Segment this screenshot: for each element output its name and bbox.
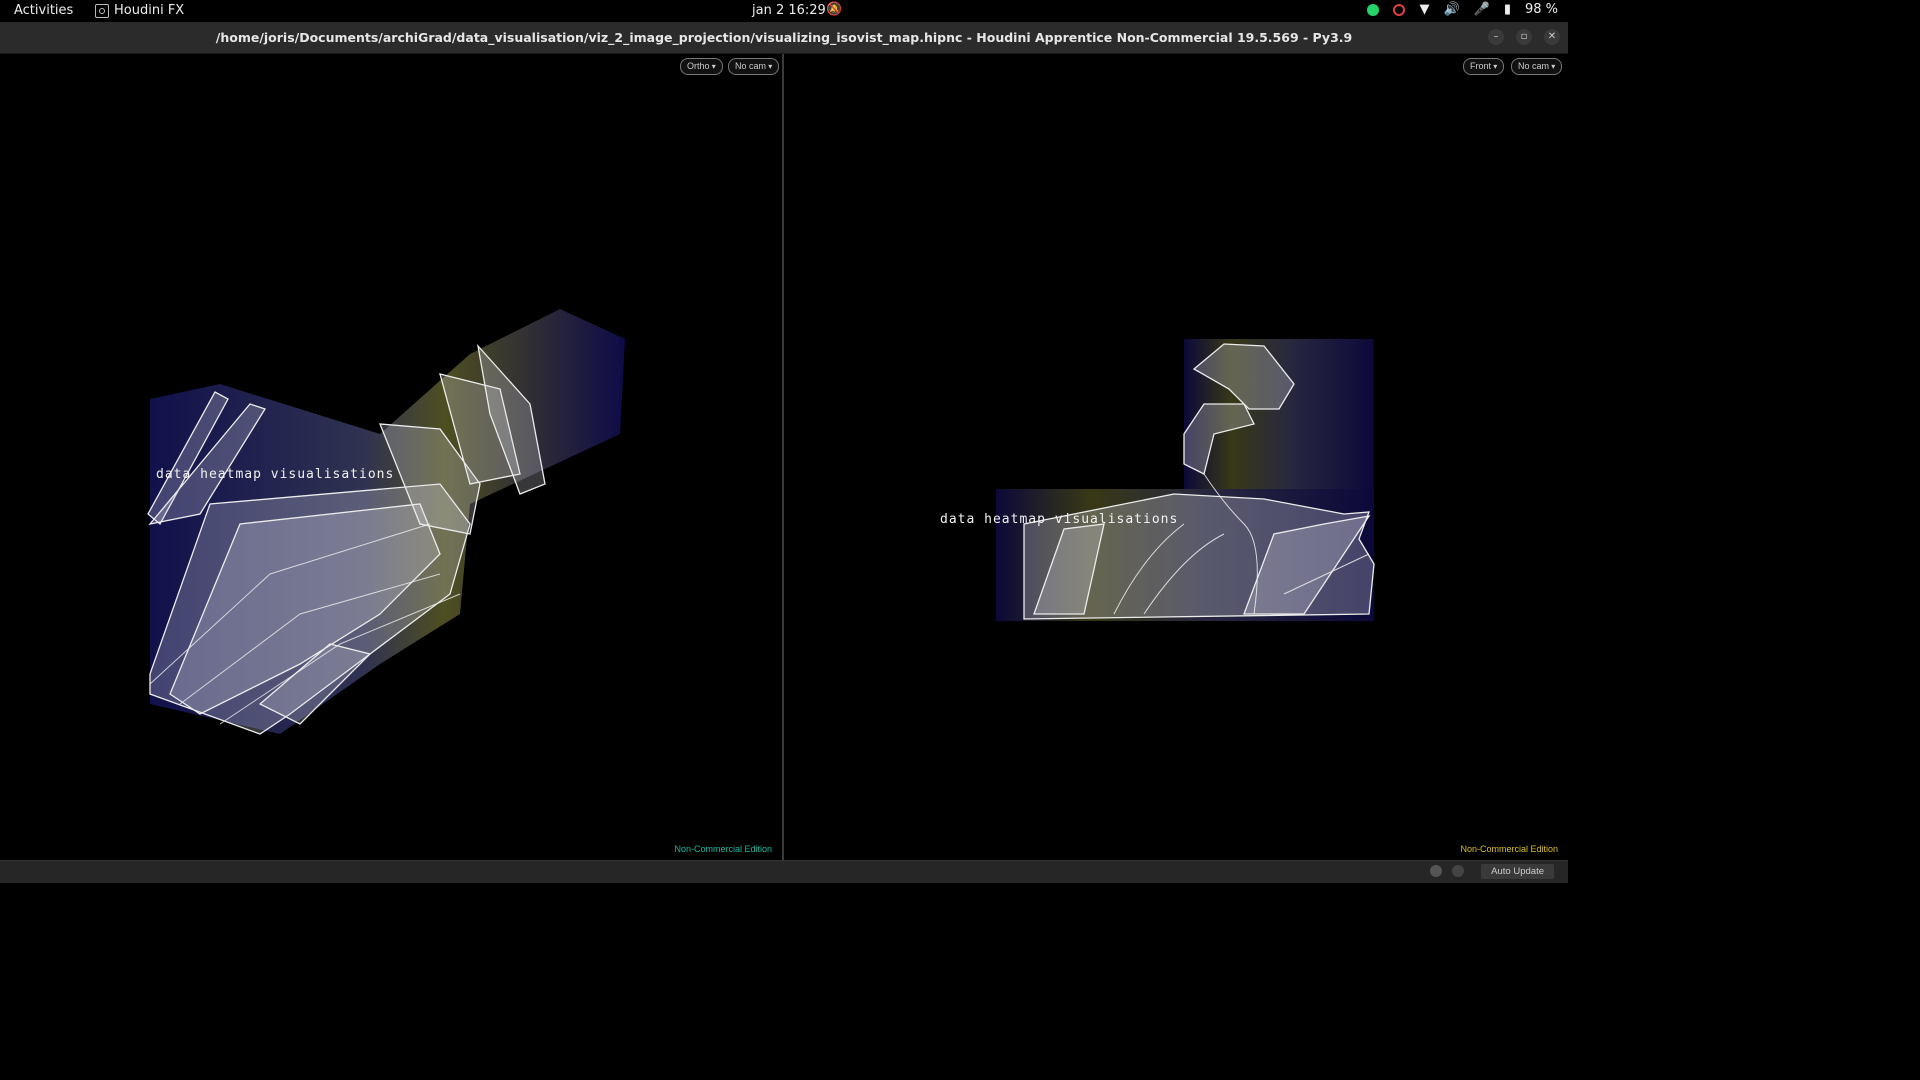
- refresh-icon[interactable]: [1452, 865, 1464, 877]
- wifi-icon[interactable]: ▼: [1419, 2, 1429, 17]
- right-scene-render[interactable]: [784, 54, 1568, 860]
- system-top-bar: Activities Houdini FX jan 2 16:29 🔕 ▼ 🔊 …: [0, 0, 1568, 22]
- whatsapp-icon[interactable]: [1367, 3, 1380, 16]
- camera-dropdown[interactable]: No cam: [728, 58, 780, 75]
- auto-update-button[interactable]: Auto Update: [1481, 864, 1554, 879]
- system-tray[interactable]: ▼ 🔊 🎤 ▮ 98 %: [1367, 2, 1558, 17]
- right-viewport[interactable]: Front No cam data heatmap visualisations…: [784, 54, 1568, 860]
- camera-dropdown[interactable]: No cam: [1511, 58, 1563, 75]
- notification-bell-icon[interactable]: 🔕: [826, 2, 842, 17]
- app-name: Houdini FX: [114, 3, 185, 18]
- viewport-overlay-text: data heatmap visualisations: [940, 512, 1179, 527]
- microphone-icon[interactable]: 🎤: [1474, 2, 1490, 17]
- left-viewport[interactable]: Ortho No cam data heatmap visualisations…: [0, 54, 782, 860]
- view-type-dropdown[interactable]: Ortho: [680, 58, 723, 75]
- battery-icon[interactable]: ▮: [1504, 2, 1511, 17]
- clock[interactable]: jan 2 16:29: [752, 3, 826, 18]
- activities-button[interactable]: Activities: [14, 3, 73, 18]
- app-menu[interactable]: Houdini FX: [95, 3, 184, 18]
- tray-app-icon[interactable]: [1393, 3, 1406, 16]
- left-scene-render[interactable]: [0, 54, 782, 860]
- view-type-dropdown[interactable]: Front: [1463, 58, 1505, 75]
- window-titlebar[interactable]: /home/joris/Documents/archiGrad/data_vis…: [0, 22, 1568, 54]
- chat-icon[interactable]: [1430, 865, 1442, 877]
- viewport-overlay-text: data heatmap visualisations: [156, 467, 395, 482]
- volume-icon[interactable]: 🔊: [1443, 2, 1459, 17]
- minimize-button[interactable]: –: [1488, 29, 1504, 45]
- window-title: /home/joris/Documents/archiGrad/data_vis…: [215, 30, 1353, 45]
- status-bar: Auto Update: [0, 860, 1568, 883]
- battery-level[interactable]: 98 %: [1525, 2, 1558, 17]
- maximize-button[interactable]: ▫: [1516, 29, 1532, 45]
- close-button[interactable]: ✕: [1544, 29, 1560, 45]
- edition-label: Non-Commercial Edition: [1460, 844, 1558, 854]
- houdini-app-icon: [95, 3, 109, 18]
- edition-label: Non-Commercial Edition: [674, 844, 772, 854]
